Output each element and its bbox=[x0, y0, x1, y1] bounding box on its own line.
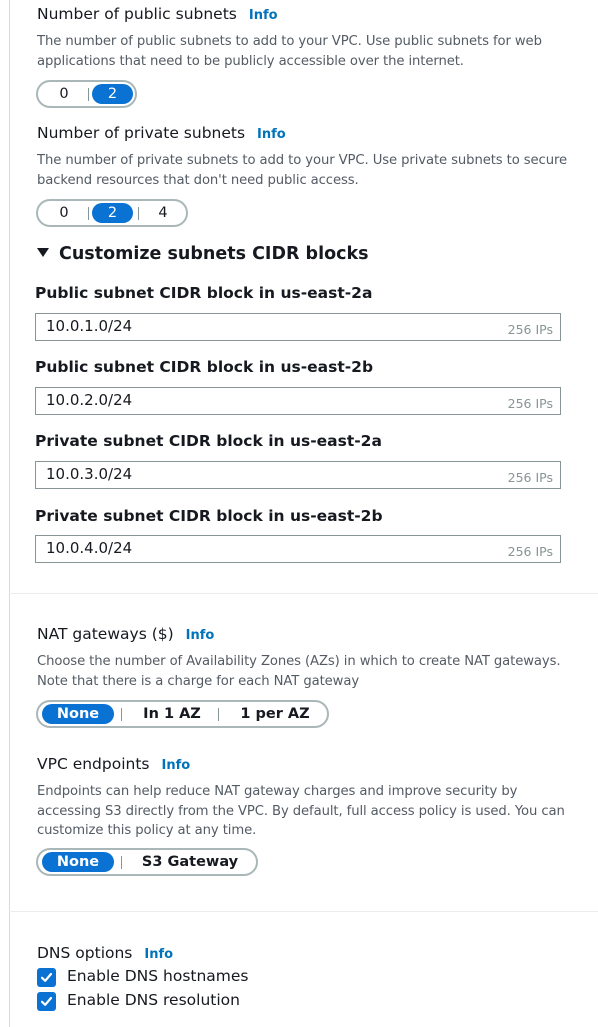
caret-down-icon bbox=[37, 247, 49, 257]
checkmark-icon bbox=[40, 972, 53, 982]
public-subnets-label: Number of public subnets bbox=[37, 5, 237, 23]
public-subnets-segmented-control: 0 2 bbox=[36, 80, 137, 108]
public-subnets-description: The number of public subnets to add to y… bbox=[37, 32, 542, 71]
private-subnets-label: Number of private subnets bbox=[37, 124, 246, 142]
dns-options-info-link[interactable]: Info bbox=[144, 947, 173, 962]
private-subnets-option-2[interactable]: 2 bbox=[92, 203, 133, 223]
cidr-label-public-2a: Public subnet CIDR block in us-east-2a bbox=[35, 284, 373, 302]
cidr-input-public-2b[interactable]: 10.0.2.0/24 256 IPs bbox=[35, 387, 561, 415]
description-line: applications that need to be publicly ac… bbox=[37, 53, 464, 69]
nat-gateways-info-link[interactable]: Info bbox=[186, 628, 215, 643]
dns-hostnames-label[interactable]: Enable DNS hostnames bbox=[67, 967, 249, 985]
customize-cidr-title: Customize subnets CIDR blocks bbox=[59, 244, 369, 264]
cidr-input-public-2a[interactable]: 10.0.1.0/24 256 IPs bbox=[35, 313, 561, 341]
nat-option-none[interactable]: None bbox=[42, 704, 114, 724]
private-subnets-field: Number of private subnets Info bbox=[37, 124, 286, 142]
customize-cidr-expander[interactable]: Customize subnets CIDR blocks bbox=[37, 244, 369, 264]
description-line: customize this policy at any time. bbox=[37, 823, 257, 838]
section-divider bbox=[9, 593, 598, 594]
cidr-value: 10.0.4.0/24 bbox=[46, 539, 133, 557]
cidr-value: 10.0.2.0/24 bbox=[46, 391, 133, 409]
nat-gateways-segmented-control: None In 1 AZ 1 per AZ bbox=[36, 700, 329, 728]
checkmark-icon bbox=[40, 996, 53, 1006]
dns-options-field: DNS options Info bbox=[37, 944, 173, 962]
cidr-value: 10.0.3.0/24 bbox=[46, 465, 133, 483]
private-subnets-option-0[interactable]: 0 bbox=[47, 203, 81, 223]
nat-gateways-field: NAT gateways ($) Info bbox=[37, 625, 214, 643]
description-line: The number of private subnets to add to … bbox=[37, 153, 568, 168]
endpoints-option-none[interactable]: None bbox=[42, 852, 114, 872]
nat-gateways-description: Choose the number of Availability Zones … bbox=[37, 652, 561, 691]
section-divider bbox=[9, 911, 598, 912]
description-line: accessing S3 directly from the VPC. By d… bbox=[37, 803, 565, 819]
description-line: Choose the number of Availability Zones … bbox=[37, 654, 561, 669]
public-subnets-field: Number of public subnets Info bbox=[37, 5, 278, 23]
nat-option-in-1-az[interactable]: In 1 AZ bbox=[130, 704, 214, 724]
ip-count: 256 IPs bbox=[507, 396, 553, 411]
vpc-endpoints-info-link[interactable]: Info bbox=[162, 758, 191, 773]
cidr-input-private-2a[interactable]: 10.0.3.0/24 256 IPs bbox=[35, 461, 561, 489]
public-subnets-option-0[interactable]: 0 bbox=[47, 84, 81, 104]
segment-divider bbox=[88, 207, 89, 220]
dns-options-label: DNS options bbox=[37, 944, 133, 962]
description-line: backend resources that don't need public… bbox=[37, 172, 359, 188]
vpc-endpoints-description: Endpoints can help reduce NAT gateway ch… bbox=[37, 782, 565, 841]
ip-count: 256 IPs bbox=[507, 470, 553, 485]
segment-divider bbox=[121, 708, 122, 721]
segment-divider bbox=[88, 88, 89, 101]
cidr-input-private-2b[interactable]: 10.0.4.0/24 256 IPs bbox=[35, 535, 561, 563]
dns-resolution-label[interactable]: Enable DNS resolution bbox=[67, 991, 240, 1009]
description-line: The number of public subnets to add to y… bbox=[37, 34, 542, 49]
description-line: Endpoints can help reduce NAT gateway ch… bbox=[37, 784, 518, 799]
public-subnets-info-link[interactable]: Info bbox=[249, 8, 278, 23]
cidr-value: 10.0.1.0/24 bbox=[46, 317, 133, 335]
dns-hostnames-checkbox[interactable] bbox=[37, 968, 56, 987]
private-subnets-info-link[interactable]: Info bbox=[257, 127, 286, 142]
segment-divider bbox=[218, 708, 219, 721]
cidr-label-public-2b: Public subnet CIDR block in us-east-2b bbox=[35, 358, 374, 376]
endpoints-option-s3-gateway[interactable]: S3 Gateway bbox=[134, 852, 246, 872]
segment-divider bbox=[121, 856, 122, 869]
nat-gateways-label: NAT gateways ($) bbox=[37, 625, 174, 643]
nat-option-1-per-az[interactable]: 1 per AZ bbox=[228, 704, 322, 724]
description-line: Note that there is a charge for each NAT… bbox=[37, 673, 360, 689]
private-subnets-option-4[interactable]: 4 bbox=[144, 203, 182, 223]
ip-count: 256 IPs bbox=[507, 322, 553, 337]
ip-count: 256 IPs bbox=[507, 544, 553, 559]
left-border bbox=[9, 0, 10, 1027]
public-subnets-option-2[interactable]: 2 bbox=[92, 84, 133, 104]
cidr-label-private-2a: Private subnet CIDR block in us-east-2a bbox=[35, 432, 382, 450]
cidr-label-private-2b: Private subnet CIDR block in us-east-2b bbox=[35, 507, 383, 525]
vpc-endpoints-label: VPC endpoints bbox=[37, 755, 150, 773]
private-subnets-segmented-control: 0 2 4 bbox=[36, 199, 188, 227]
private-subnets-description: The number of private subnets to add to … bbox=[37, 151, 567, 190]
segment-divider bbox=[138, 207, 139, 220]
vpc-endpoints-field: VPC endpoints Info bbox=[37, 755, 190, 773]
vpc-endpoints-segmented-control: None S3 Gateway bbox=[36, 848, 258, 876]
dns-resolution-checkbox[interactable] bbox=[37, 992, 56, 1011]
